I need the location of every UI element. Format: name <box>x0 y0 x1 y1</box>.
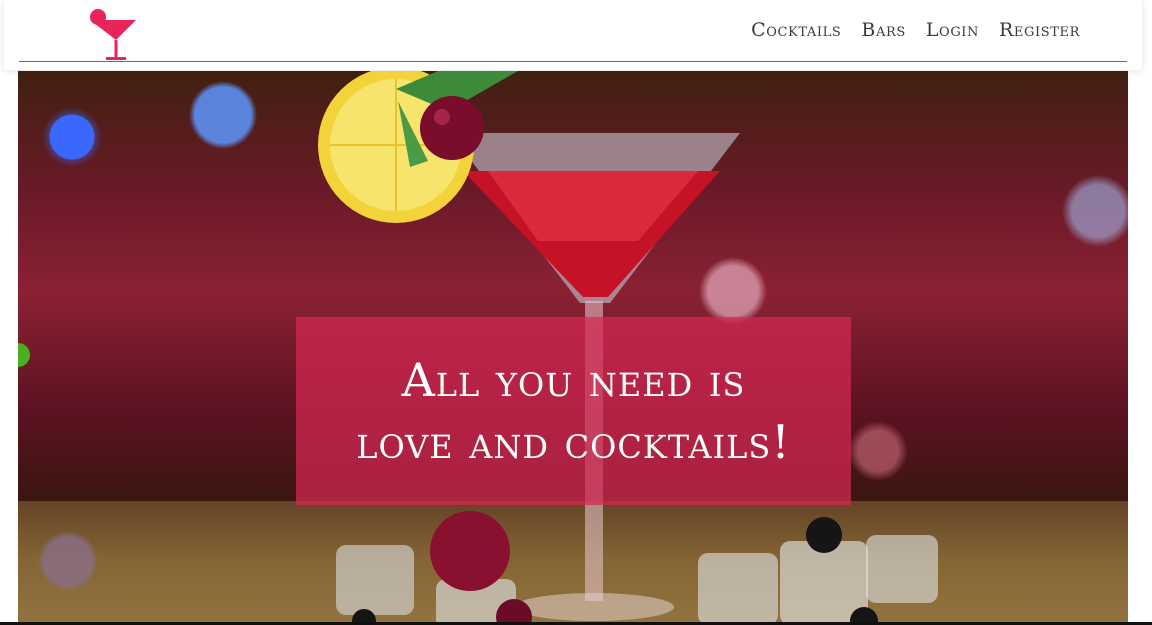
nav-links: Cocktails Bars Login Register <box>751 14 1080 46</box>
navbar: Cocktails Bars Login Register <box>4 0 1142 70</box>
hero-tagline: All you need is love and cocktails! <box>356 353 791 469</box>
nav-link-login[interactable]: Login <box>926 19 979 41</box>
tagline-banner: All you need is love and cocktails! <box>296 317 851 505</box>
nav-link-bars[interactable]: Bars <box>861 19 905 41</box>
nav-link-cocktails[interactable]: Cocktails <box>751 19 841 41</box>
navbar-divider <box>19 61 1127 62</box>
hero-banner: All you need is love and cocktails! <box>18 71 1128 625</box>
cocktail-glass-icon[interactable] <box>84 6 140 62</box>
nav-link-register[interactable]: Register <box>999 19 1080 41</box>
